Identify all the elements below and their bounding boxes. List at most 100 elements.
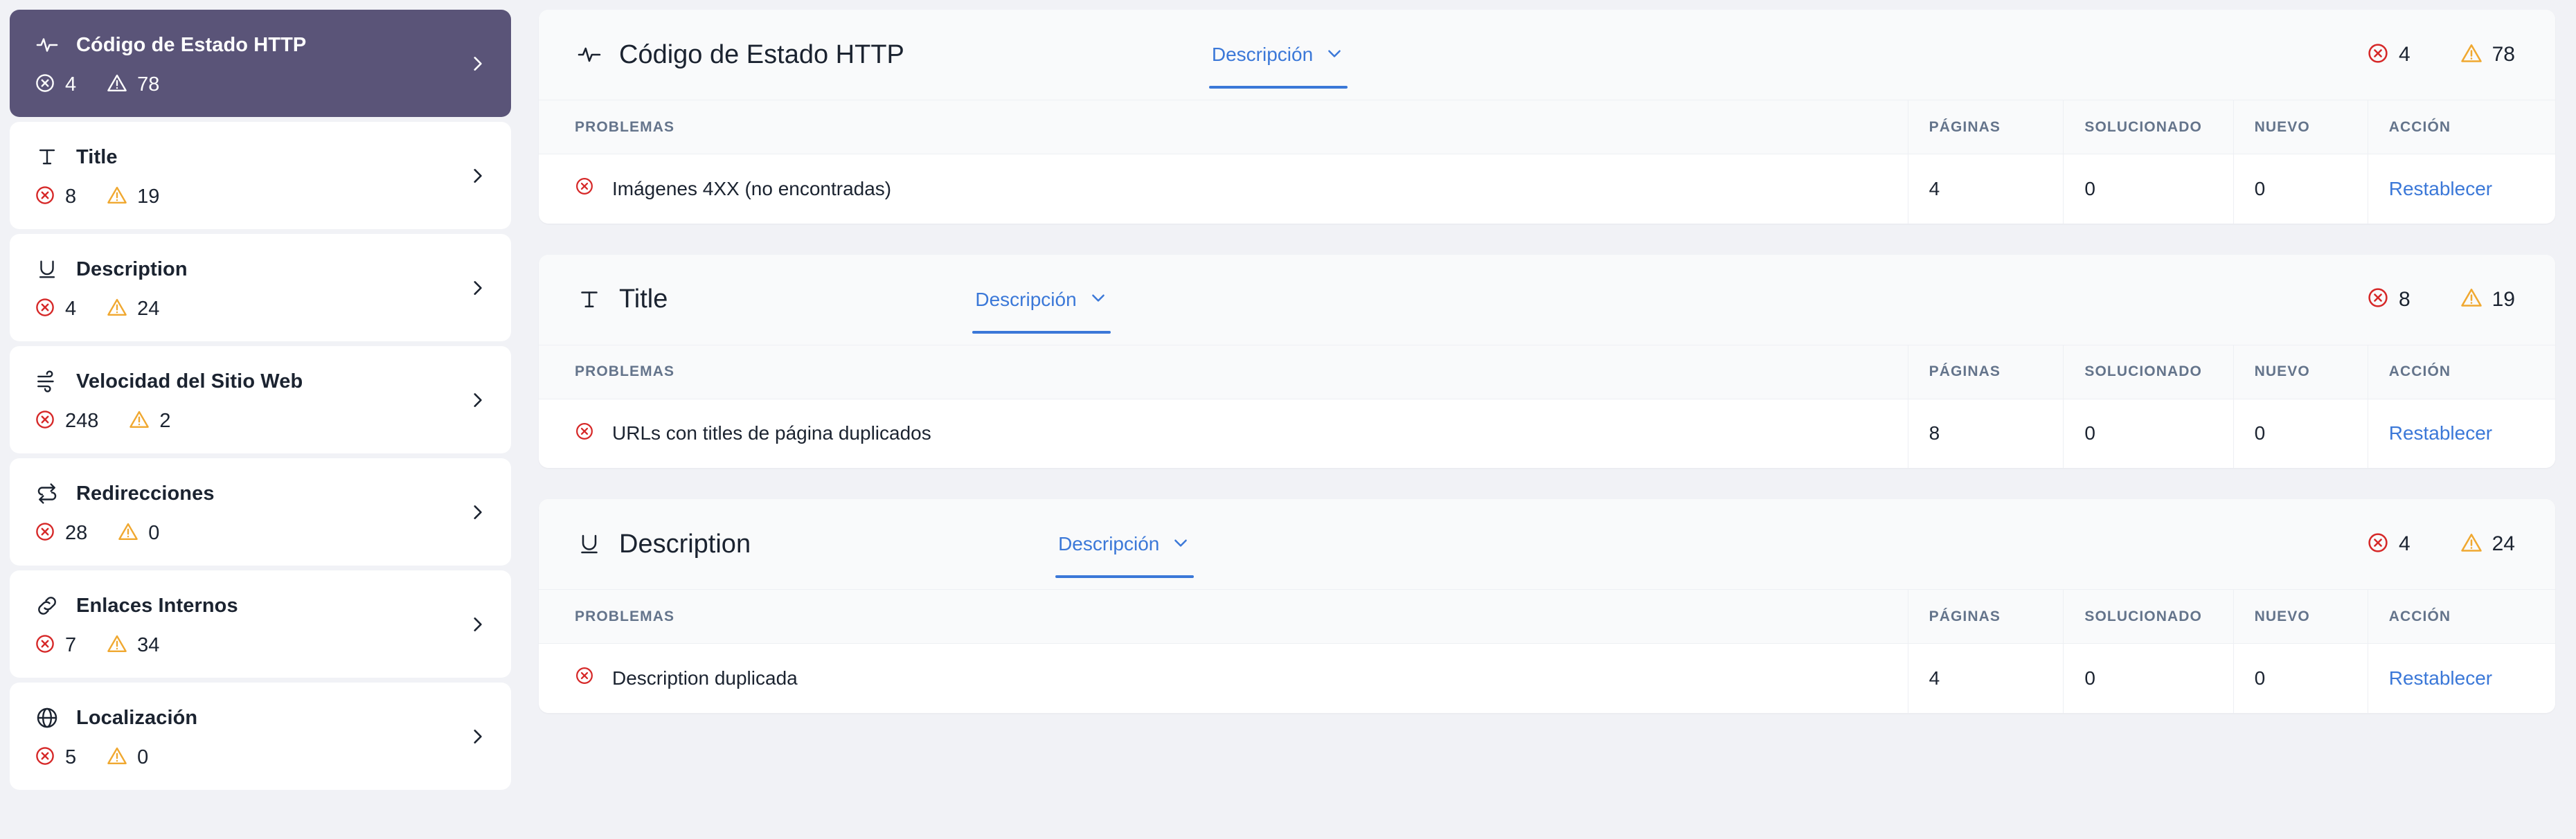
error-circle-x-icon xyxy=(2367,287,2389,312)
sidebar-item-stats: 248 2 xyxy=(33,407,488,435)
error-count: 5 xyxy=(65,746,77,768)
chevron-right-icon[interactable] xyxy=(468,53,486,74)
table-head: PROBLEMAS PÁGINAS SOLUCIONADO NUEVO ACCIÓN xyxy=(539,589,2555,644)
sidebar-item-6[interactable]: Localización 5 0 xyxy=(10,683,511,790)
issue-panel-0: Código de Estado HTTP Descripción 4 78 PROBL… xyxy=(539,10,2555,224)
error-stat: 7 xyxy=(35,633,76,658)
warning-count: 19 xyxy=(2492,287,2515,311)
warning-stat: 0 xyxy=(107,746,148,770)
tab-descripcion[interactable]: Descripción xyxy=(1208,10,1348,100)
error-count: 4 xyxy=(2398,43,2410,66)
error-stat: 5 xyxy=(35,746,76,770)
sidebar-item-label: Código de Estado HTTP xyxy=(76,33,307,56)
tab-descripcion[interactable]: Descripción xyxy=(972,255,1111,345)
error-circle-x-icon xyxy=(35,409,55,433)
chevron-right-icon[interactable] xyxy=(468,390,486,411)
warning-triangle-icon xyxy=(107,297,127,321)
sidebar-item-1[interactable]: Title 8 19 xyxy=(10,122,511,229)
warning-count: 24 xyxy=(2492,532,2515,555)
table-body: URLs con titles de página duplicados 8 0 0 R… xyxy=(539,399,2555,468)
issues-table: PROBLEMAS PÁGINAS SOLUCIONADO NUEVO ACCIÓN Im… xyxy=(539,100,2555,224)
sidebar-item-stats: 7 34 xyxy=(33,631,488,659)
warning-triangle-icon xyxy=(107,73,127,97)
warning-stat: 24 xyxy=(107,297,159,321)
seo-audit-screen: Código de Estado HTTP 4 78 Title 8 19 Descript… xyxy=(0,0,2576,839)
warning-triangle-icon xyxy=(2460,42,2483,68)
tab-descripcion[interactable]: Descripción xyxy=(1055,499,1195,589)
warning-count: 78 xyxy=(2492,43,2515,66)
warning-stat: 24 xyxy=(2460,532,2515,557)
table-head: PROBLEMAS PÁGINAS SOLUCIONADO NUEVO ACCIÓN xyxy=(539,100,2555,154)
chevron-right-icon[interactable] xyxy=(468,165,486,186)
problem-label: URLs con titles de página duplicados xyxy=(612,422,931,444)
restablecer-link[interactable]: Restablecer xyxy=(2389,667,2492,689)
sidebar-item-stats: 4 78 xyxy=(33,71,488,98)
sidebar-item-header: Redirecciones xyxy=(33,479,488,508)
table-row: Description duplicada 4 0 0 Restablecer xyxy=(539,643,2555,713)
activity-pulse-icon xyxy=(33,31,61,59)
problem-label: Imágenes 4XX (no encontradas) xyxy=(612,177,892,199)
chevron-right-icon[interactable] xyxy=(468,614,486,635)
warning-count: 0 xyxy=(137,746,149,768)
panel-title: Código de Estado HTTP xyxy=(619,39,904,69)
error-count: 28 xyxy=(65,521,88,544)
table-body: Imágenes 4XX (no encontradas) 4 0 0 Restable… xyxy=(539,154,2555,224)
underline-icon xyxy=(33,255,61,283)
sidebar-item-2[interactable]: Description 4 24 xyxy=(10,234,511,341)
issues-table: PROBLEMAS PÁGINAS SOLUCIONADO NUEVO ACCIÓN UR… xyxy=(539,344,2555,468)
panel-header: Title Descripción 8 19 xyxy=(539,254,2555,345)
warning-count: 0 xyxy=(148,521,160,544)
error-circle-x-icon xyxy=(575,666,594,690)
column-header-0: PROBLEMAS xyxy=(539,589,1908,644)
error-stat: 4 xyxy=(2367,42,2410,68)
table-head: PROBLEMAS PÁGINAS SOLUCIONADO NUEVO ACCIÓN xyxy=(539,344,2555,399)
sidebar-item-header: Código de Estado HTTP xyxy=(33,30,488,60)
sidebar-item-3[interactable]: Velocidad del Sitio Web 248 2 xyxy=(10,346,511,453)
column-header-2: SOLUCIONADO xyxy=(2063,100,2234,154)
chevron-right-icon[interactable] xyxy=(468,502,486,523)
column-header-3: NUEVO xyxy=(2233,344,2368,399)
error-stat: 4 xyxy=(2367,532,2410,557)
sidebar-item-header: Description xyxy=(33,255,488,284)
sidebar-item-label: Enlaces Internos xyxy=(76,594,238,617)
tab-active-underline xyxy=(1208,86,1348,89)
column-header-0: PROBLEMAS xyxy=(539,344,1908,399)
chevron-right-icon[interactable] xyxy=(468,726,486,747)
cell-accion: Restablecer xyxy=(2367,154,2555,224)
table-header-row: PROBLEMAS PÁGINAS SOLUCIONADO NUEVO ACCIÓN xyxy=(539,589,2555,644)
warning-triangle-icon xyxy=(2460,287,2483,312)
warning-count: 24 xyxy=(137,297,160,320)
underline-icon xyxy=(575,530,604,559)
cell-paginas: 8 xyxy=(1907,399,2064,468)
warning-triangle-icon xyxy=(107,185,127,209)
panel-header: Description Descripción 4 24 xyxy=(539,499,2555,589)
restablecer-link[interactable]: Restablecer xyxy=(2389,422,2492,444)
warning-triangle-icon xyxy=(129,409,150,433)
chevron-down-icon xyxy=(1325,44,1343,66)
warning-count: 19 xyxy=(137,185,160,208)
tab-active-underline xyxy=(1055,575,1195,578)
error-circle-x-icon xyxy=(575,422,594,446)
restablecer-link[interactable]: Restablecer xyxy=(2389,178,2492,199)
warning-stat: 34 xyxy=(107,633,159,658)
panel-header: Código de Estado HTTP Descripción 4 78 xyxy=(539,10,2555,100)
sidebar-item-5[interactable]: Enlaces Internos 7 34 xyxy=(10,570,511,678)
category-sidebar: Código de Estado HTTP 4 78 Title 8 19 Descript… xyxy=(0,0,511,790)
error-count: 8 xyxy=(2398,287,2410,311)
sidebar-item-label: Redirecciones xyxy=(76,482,215,505)
sidebar-item-0[interactable]: Código de Estado HTTP 4 78 xyxy=(10,10,511,117)
cell-problema: Description duplicada xyxy=(539,643,1908,713)
cell-accion: Restablecer xyxy=(2367,643,2555,713)
table-row: URLs con titles de página duplicados 8 0 0 R… xyxy=(539,399,2555,468)
error-stat: 4 xyxy=(35,297,76,321)
problem-label: Description duplicada xyxy=(612,667,798,689)
cell-solucionado: 0 xyxy=(2063,643,2234,713)
warning-triangle-icon xyxy=(118,521,138,545)
error-count: 4 xyxy=(2398,532,2410,555)
chevron-down-icon xyxy=(1089,289,1107,310)
cell-solucionado: 0 xyxy=(2063,154,2234,224)
panel-stats: 4 78 xyxy=(2367,42,2525,68)
chevron-right-icon[interactable] xyxy=(468,278,486,298)
warning-triangle-icon xyxy=(107,633,127,658)
sidebar-item-4[interactable]: Redirecciones 28 0 xyxy=(10,458,511,566)
